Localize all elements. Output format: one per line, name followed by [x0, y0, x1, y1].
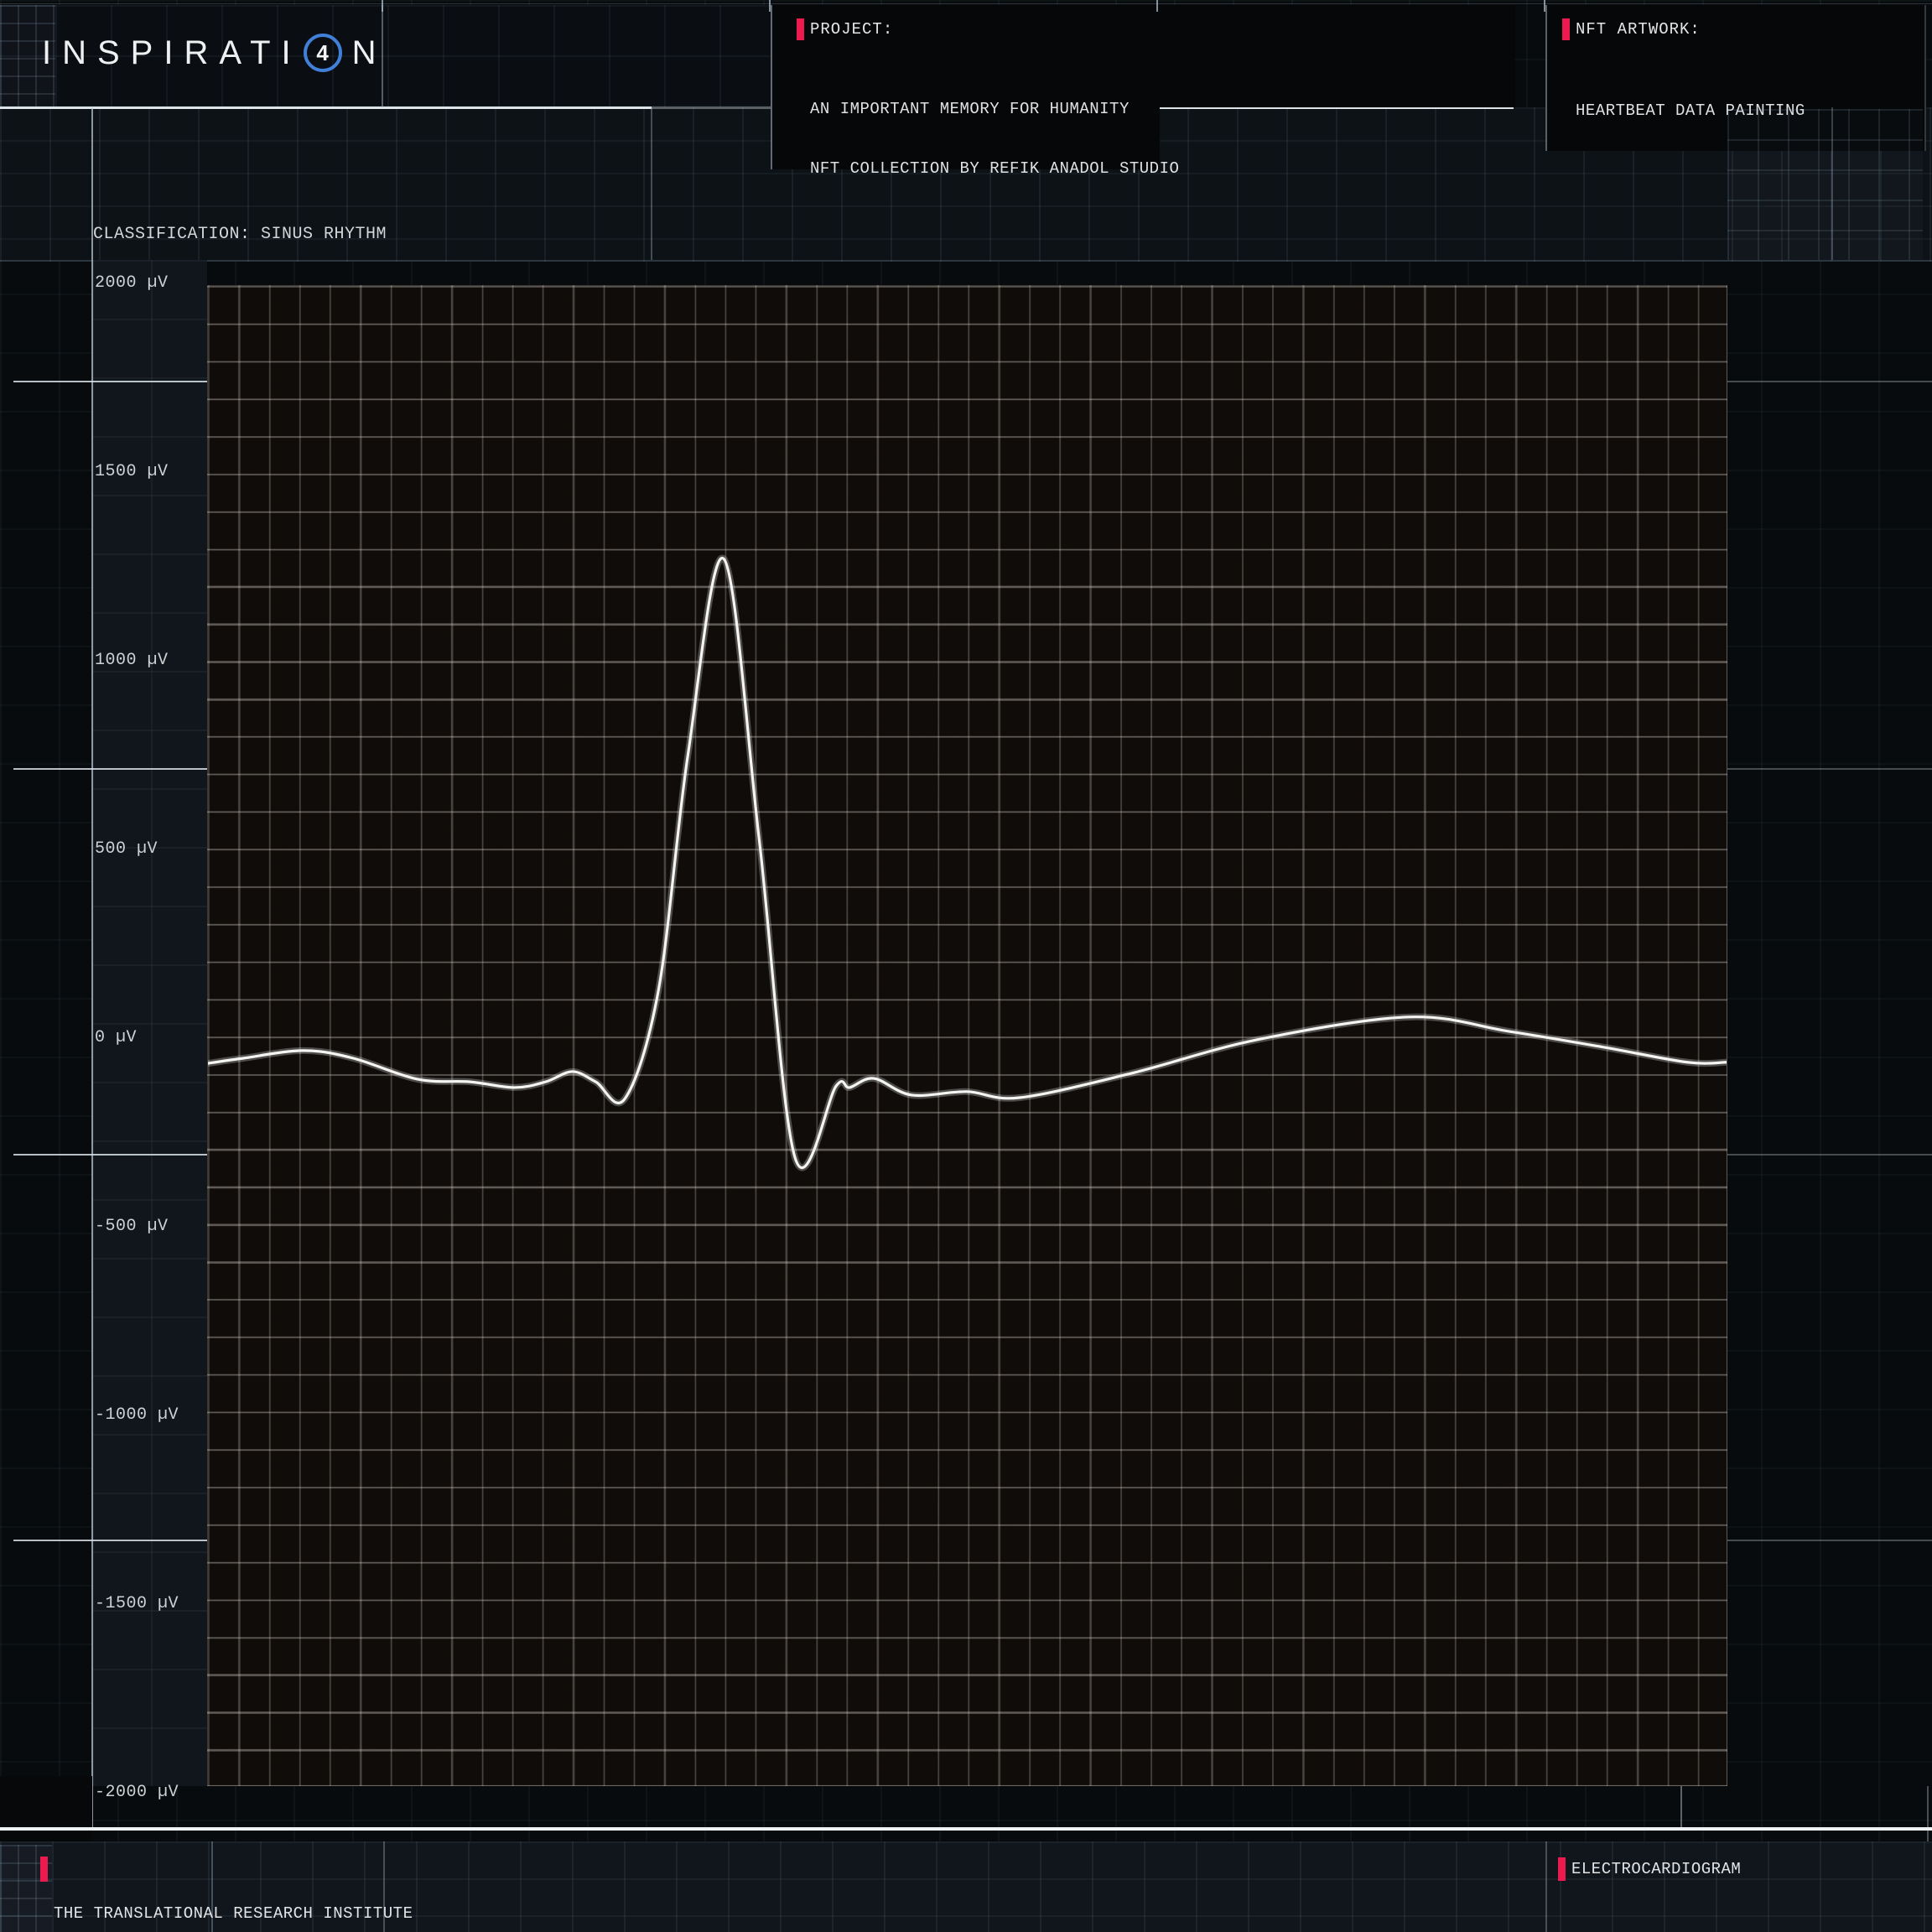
bottom-separator [1680, 1786, 1682, 1828]
axis-tick-line [13, 1154, 207, 1156]
corner-grid-top-right [1727, 109, 1923, 260]
project-line-2: NFT COLLECTION BY REFIK ANADOL STUDIO [810, 159, 1160, 179]
inspiration4-logo: INSPIRATI 4 N [42, 32, 387, 74]
y-tick-label: -1500 µV [95, 1594, 179, 1614]
ecg-trace-glow [208, 558, 1727, 1167]
header-tick [769, 0, 771, 12]
top-border-line [0, 3, 1932, 4]
bottom-divider-line [0, 1827, 1932, 1831]
axis-tick-line-right [1727, 1154, 1932, 1156]
axis-tick-line [13, 1540, 207, 1541]
header-divider-line-left-dim [652, 106, 771, 109]
logo-circle-4-icon: 4 [304, 34, 342, 72]
footer-separator [1545, 1841, 1547, 1932]
nft-artwork-label: NFT ARTWORK: [1576, 20, 1701, 39]
y-tick-label: -500 µV [95, 1217, 169, 1237]
header-separator [382, 5, 383, 107]
axis-tick-line [13, 381, 207, 382]
electrocardiogram-label-group: ELECTROCARDIOGRAM [1558, 1857, 1741, 1881]
header-divider-line-left [0, 106, 652, 109]
project-line-1: AN IMPORTANT MEMORY FOR HUMANITY [810, 100, 1160, 120]
ecg-plot-area [207, 285, 1727, 1786]
red-accent-marker [40, 1857, 48, 1882]
logo-text-prefix: INSPIRATI [42, 34, 302, 72]
red-accent-marker [1562, 18, 1570, 40]
y-axis-line [91, 107, 93, 1828]
axis-tick-line-right [1727, 768, 1932, 770]
header-tick [1544, 0, 1545, 12]
ecg-trace-svg [208, 286, 1727, 1785]
axis-tick-line [13, 768, 207, 770]
classification-text: CLASSIFICATION: SINUS RHYTHM [93, 218, 512, 251]
bottom-left-black-patch [0, 1776, 92, 1841]
band-separator [651, 107, 652, 260]
red-accent-marker [1558, 1857, 1566, 1881]
project-block: PROJECT: AN IMPORTANT MEMORY FOR HUMANIT… [771, 5, 1160, 169]
y-tick-label: 500 µV [95, 839, 158, 860]
y-tick-label: -1000 µV [95, 1405, 179, 1426]
ecg-trace-line [208, 558, 1727, 1167]
y-tick-label: 0 µV [95, 1028, 137, 1048]
y-axis-panel [92, 260, 207, 1786]
y-tick-label: 1500 µV [95, 462, 169, 482]
header-middle-black-panel [1158, 5, 1515, 107]
trish-line-1: THE TRANSLATIONAL RESEARCH INSTITUTE [54, 1902, 413, 1925]
project-label: PROJECT: [810, 20, 893, 39]
y-tick-label: -2000 µV [95, 1783, 179, 1803]
header-tick [1156, 0, 1158, 12]
axis-tick-line-right [1727, 381, 1932, 382]
electrocardiogram-label: ELECTROCARDIOGRAM [1571, 1857, 1741, 1881]
axis-tick-line-right [1727, 1540, 1932, 1541]
trish-credit: THE TRANSLATIONAL RESEARCH INSTITUTE FOR… [40, 1855, 413, 1932]
artwork-frame: INSPIRATI 4 N PROJECT: AN IMPORTANT MEMO… [0, 0, 1932, 1932]
y-tick-label: 1000 µV [95, 651, 169, 671]
red-accent-marker [797, 18, 804, 40]
y-tick-label: 2000 µV [95, 273, 169, 293]
